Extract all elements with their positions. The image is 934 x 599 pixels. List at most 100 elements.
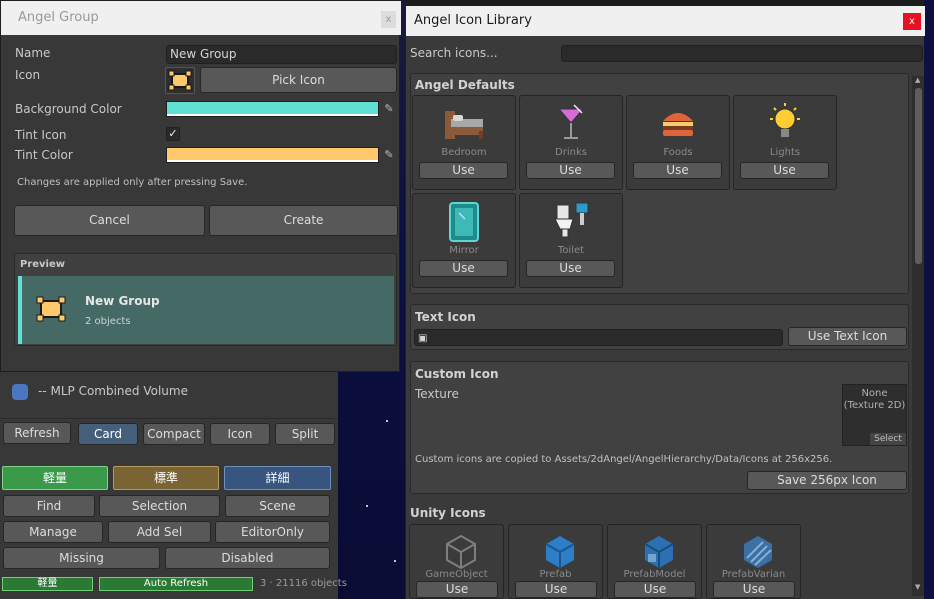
gameobject-icon [436,530,486,574]
icon-tile-mirror[interactable]: Mirror Use [412,193,516,288]
tag-light[interactable]: 軽量 [2,466,108,490]
manage-button[interactable]: Manage [3,521,103,543]
tag-detail[interactable]: 詳細 [224,466,331,490]
icon-tile-foods[interactable]: Foods Use [626,95,730,190]
disabled-button[interactable]: Disabled [165,547,330,569]
use-button[interactable]: Use [614,581,696,598]
close-icon[interactable]: x [381,11,396,28]
pick-icon-button[interactable]: Pick Icon [200,67,397,93]
preview-count: 2 objects [85,316,131,327]
custom-icon-section: Custom Icon Texture None (Texture 2D) Se… [410,361,909,494]
section-title: Angel Defaults [415,78,515,92]
scrollbar-thumb[interactable] [915,88,922,264]
tint-icon-label: Tint Icon [15,128,67,142]
icon-tile-bedroom[interactable]: Bedroom Use [412,95,516,190]
refresh-button[interactable]: Refresh [3,422,71,444]
dialog-title: Angel Group [1,1,401,35]
use-button[interactable]: Use [526,162,615,179]
use-button[interactable]: Use [740,162,829,179]
background-color-field[interactable] [166,101,379,117]
icon-tile-prefab[interactable]: Prefab Use [508,524,603,599]
search-input[interactable] [561,45,923,62]
object-count: 3 · 21116 objects [260,578,347,589]
name-field[interactable]: New Group [166,45,397,64]
icon-tile-toilet[interactable]: Toilet Use [519,193,623,288]
use-button[interactable]: Use [713,581,795,598]
bed-icon [439,101,489,145]
save-icon-button[interactable]: Save 256px Icon [747,471,907,490]
texture-slot[interactable]: None (Texture 2D) Select [842,384,907,446]
selection-button[interactable]: Selection [99,495,220,517]
use-button[interactable]: Use [419,162,508,179]
icon-tile-label: Mirror [449,245,479,256]
icon-tile-gameobject[interactable]: GameObject Use [409,524,504,599]
texture-none-label: None (Texture 2D) [843,388,906,411]
icon-tile-label: Lights [769,147,801,158]
icon-tile-prefabmodel[interactable]: PrefabModel Use [607,524,702,599]
icon-tile-prefabvarian[interactable]: PrefabVarian Use [706,524,801,599]
add-selection-button[interactable]: Add Sel [108,521,211,543]
icon-tile-label: PrefabVarian [721,569,786,580]
volume-icon [12,384,28,400]
section-title: Unity Icons [410,506,486,520]
create-button[interactable]: Create [209,205,398,236]
preview-label: Preview [20,259,66,270]
angel-group-dialog: Angel Group x Name New Group Icon Pick I… [0,0,401,372]
use-button[interactable]: Use [515,581,597,598]
tag-standard[interactable]: 標準 [113,466,219,490]
icon-tile-label: Prefab [539,569,572,580]
use-button[interactable]: Use [416,581,498,598]
icon-tile-drinks[interactable]: Drinks Use [519,95,623,190]
find-button[interactable]: Find [3,495,95,517]
scene-view-edge [924,0,934,599]
scroll-down-icon[interactable]: ▼ [915,583,920,591]
angel-defaults-section: Angel Defaults Bedroom Use Drinks Use Foods U… [410,73,909,294]
icon-tile-label: Drinks [555,147,587,158]
icon-label: Icon [15,68,41,82]
tint-color-label: Tint Color [15,148,73,162]
tab-split[interactable]: Split [275,423,335,445]
icon-tile-lights[interactable]: Lights Use [733,95,837,190]
eyedropper-icon[interactable]: ✎ [381,147,397,163]
prefab-variant-icon [733,530,783,574]
tab-compact[interactable]: Compact [143,423,205,445]
section-title: Custom Icon [415,367,499,381]
icon-tile-label: PrefabModel [623,569,686,580]
tab-icon[interactable]: Icon [210,423,270,445]
prefab-model-icon [634,530,684,574]
text-icon-input[interactable]: ▣ [414,329,783,346]
editor-only-button[interactable]: EditorOnly [215,521,330,543]
icon-tile-label: Bedroom [441,147,487,158]
bulb-icon [760,101,810,145]
missing-button[interactable]: Missing [3,547,160,569]
icon-tile-label: GameObject [425,569,488,580]
tint-icon-checkbox[interactable]: ✓ [166,127,180,141]
scene-button[interactable]: Scene [225,495,330,517]
auto-refresh-toggle[interactable]: Auto Refresh [99,577,253,591]
icon-tile-label: Foods [663,147,693,158]
scrollbar[interactable]: ▲ ▼ [912,76,924,596]
custom-icon-note: Custom icons are copied to Assets/2dAnge… [415,454,833,465]
texture-select-button[interactable]: Select [870,433,906,445]
scroll-up-icon[interactable]: ▲ [915,76,920,84]
tab-card[interactable]: Card [78,423,138,445]
list-item[interactable]: -- MLP Combined Volume [38,384,188,398]
background-color-label: Background Color [15,102,122,116]
texture-label: Texture [415,387,459,401]
icon-library-window: Angel Icon Library x Search icons... Ang… [405,6,925,599]
use-button[interactable]: Use [419,260,508,277]
preview-name: New Group [85,294,160,308]
use-button[interactable]: Use [633,162,722,179]
mirror-icon [439,199,489,243]
prefab-icon [535,530,585,574]
use-button[interactable]: Use [526,260,615,277]
status-tag[interactable]: 軽量 [2,577,93,591]
close-icon[interactable]: x [903,13,921,30]
icon-preview[interactable] [165,67,195,94]
preview-card: New Group 2 objects [18,276,394,344]
use-text-icon-button[interactable]: Use Text Icon [788,327,907,346]
cancel-button[interactable]: Cancel [14,205,205,236]
tint-color-field[interactable] [166,147,379,163]
hierarchy-panel: -- MLP Combined Volume Refresh Card Comp… [0,370,347,599]
eyedropper-icon[interactable]: ✎ [381,101,397,117]
